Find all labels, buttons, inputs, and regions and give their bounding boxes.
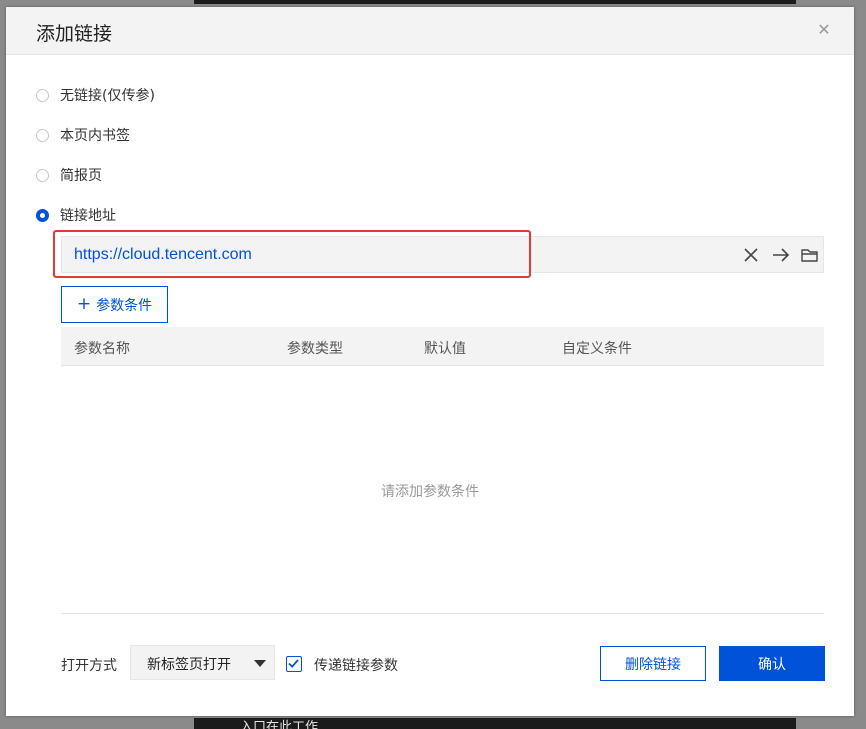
open-mode-select[interactable]: 新标签页打开 [130,645,275,680]
go-arrow-icon[interactable] [771,245,791,265]
background-canvas-bottom: 入口在此工作 [194,718,796,729]
confirm-button[interactable]: 确认 [719,646,825,681]
add-param-label: 参数条件 [96,297,153,314]
radio-circle-checked[interactable] [36,208,49,222]
column-default-value: 默认值 [424,341,466,357]
param-table-header: 参数名称 参数类型 默认值 自定义条件 [61,327,824,366]
url-field [61,236,824,273]
radio-brief-page[interactable]: 简报页 [36,164,102,186]
radio-label: 简报页 [60,168,102,184]
radio-label: 无链接(仅传参) [60,88,155,104]
open-mode-label: 打开方式 [61,658,117,674]
open-mode-value: 新标签页打开 [147,657,231,673]
pass-params-checkbox[interactable] [286,656,302,672]
checkmark-icon [288,659,299,668]
column-param-type: 参数类型 [287,341,343,357]
pass-params-label: 传递链接参数 [314,658,398,674]
caret-down-icon [254,660,266,667]
radio-label: 本页内书签 [60,128,130,144]
radio-bookmark[interactable]: 本页内书签 [36,124,130,146]
param-empty-state: 请添加参数条件 [381,484,479,500]
folder-icon[interactable] [800,245,820,265]
divider [61,613,824,614]
clear-icon[interactable] [741,245,761,265]
add-link-dialog: 添加链接 ✕ 无链接(仅传参) 本页内书签 简报页 链接地址 + 参数条件 参数… [6,7,854,716]
background-text: 入口在此工作 [240,720,319,729]
radio-circle[interactable] [36,168,49,182]
add-param-button[interactable]: + 参数条件 [61,286,168,323]
radio-label: 链接地址 [60,208,116,224]
column-param-name: 参数名称 [74,341,130,357]
radio-no-link[interactable]: 无链接(仅传参) [36,84,155,106]
dialog-header: 添加链接 ✕ [6,7,854,55]
radio-circle[interactable] [36,128,49,142]
delete-link-button[interactable]: 删除链接 [600,646,706,681]
dialog-title: 添加链接 [36,23,113,45]
background-canvas-top [194,0,796,4]
url-input[interactable] [74,237,554,272]
radio-circle[interactable] [36,88,49,102]
plus-icon: + [76,294,92,314]
radio-link-url[interactable]: 链接地址 [36,204,116,226]
column-custom-condition: 自定义条件 [562,341,632,357]
close-icon[interactable]: ✕ [814,20,834,40]
